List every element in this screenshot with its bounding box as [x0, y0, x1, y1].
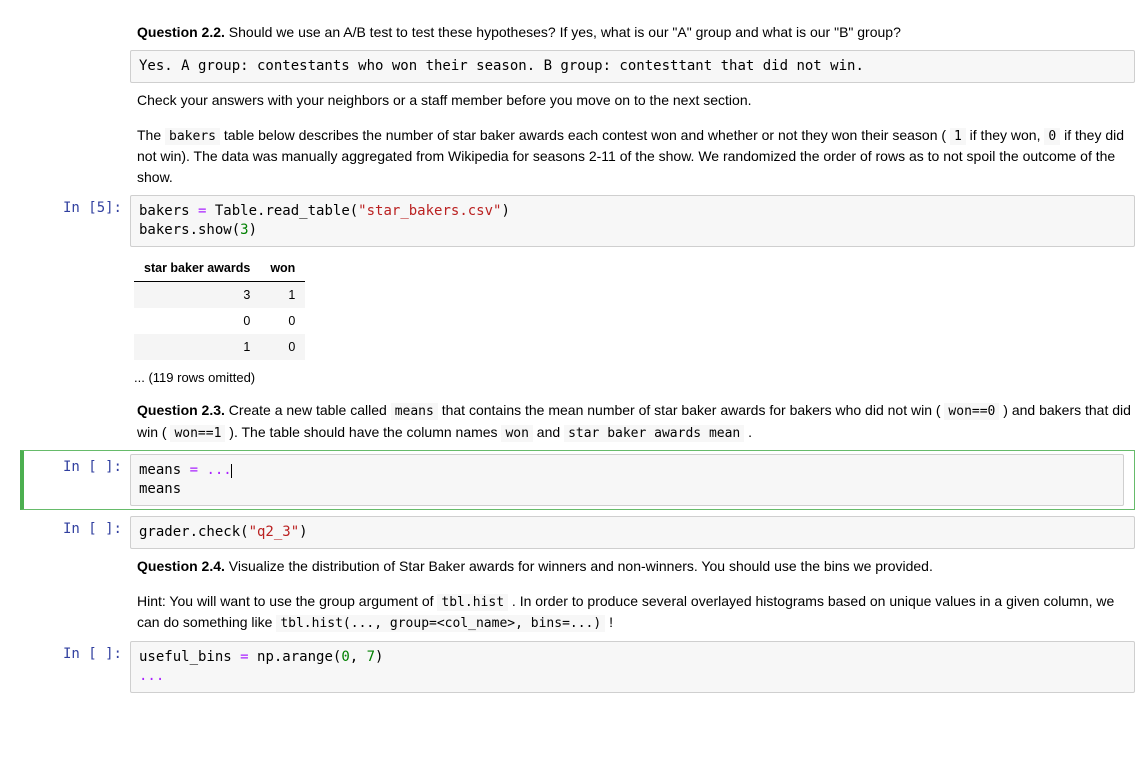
question-2-4: Question 2.4. Visualize the distribution… — [137, 556, 1135, 577]
table-row: 3 1 — [134, 282, 305, 309]
output-cell-5: star baker awards won 3 1 0 0 — [0, 247, 1145, 393]
markdown-cell-intro: Check your answers with your neighbors o… — [0, 83, 1145, 196]
markdown-cell-q24: Question 2.4. Visualize the distribution… — [0, 549, 1145, 641]
q22-text: Should we use an A/B test to test these … — [225, 24, 901, 40]
prompt-grader: In [ ]: — [0, 516, 130, 549]
code-cell-means-selected[interactable]: In [ ]: means = ... means — [20, 450, 1135, 510]
markdown-cell-q22: Question 2.2. Should we use an A/B test … — [0, 15, 1145, 50]
col-won: won — [260, 255, 305, 282]
text-cursor — [231, 464, 232, 478]
code-input-grader[interactable]: grader.check("q2_3") — [130, 516, 1135, 549]
bakers-table: star baker awards won 3 1 0 0 — [134, 255, 305, 360]
question-2-3: Question 2.3. Create a new table called … — [137, 400, 1135, 443]
answer-input[interactable]: Yes. A group: contestants who won their … — [130, 50, 1135, 83]
bakers-code: bakers — [165, 128, 220, 145]
one-code: 1 — [950, 128, 966, 145]
col-star-baker: star baker awards — [134, 255, 260, 282]
code-cell-5[interactable]: In [5]: bakers = Table.read_table("star_… — [0, 195, 1145, 247]
prompt-bins: In [ ]: — [0, 641, 130, 693]
q23-label: Question 2.3. — [137, 402, 225, 418]
notebook: Question 2.2. Should we use an A/B test … — [0, 0, 1145, 708]
code-input-5[interactable]: bakers = Table.read_table("star_bakers.c… — [130, 195, 1135, 247]
q24-hint: Hint: You will want to use the group arg… — [137, 591, 1135, 634]
q22-answer: Yes. A group: contestants who won their … — [139, 58, 864, 74]
q22-label: Question 2.2. — [137, 24, 225, 40]
code-cell-grader[interactable]: In [ ]: grader.check("q2_3") — [0, 516, 1145, 549]
q24-label: Question 2.4. — [137, 558, 225, 574]
code-input-bins[interactable]: useful_bins = np.arange(0, 7) ... — [130, 641, 1135, 693]
answer-cell-q22[interactable]: Yes. A group: contestants who won their … — [0, 50, 1145, 83]
zero-code: 0 — [1044, 128, 1060, 145]
code-input-means[interactable]: means = ... means — [130, 454, 1124, 506]
prompt-5: In [5]: — [0, 195, 130, 247]
check-neighbors-text: Check your answers with your neighbors o… — [137, 90, 1135, 111]
markdown-cell-q23: Question 2.3. Create a new table called … — [0, 393, 1145, 450]
bakers-intro-text: The bakers table below describes the num… — [137, 125, 1135, 189]
table-row: 1 0 — [134, 334, 305, 360]
table-row: 0 0 — [134, 308, 305, 334]
question-2-2: Question 2.2. Should we use an A/B test … — [137, 22, 1135, 43]
prompt-means: In [ ]: — [24, 454, 130, 506]
rows-omitted: ... (119 rows omitted) — [134, 370, 1135, 385]
output-table-area: star baker awards won 3 1 0 0 — [130, 247, 1135, 393]
code-cell-bins[interactable]: In [ ]: useful_bins = np.arange(0, 7) ..… — [0, 641, 1145, 693]
